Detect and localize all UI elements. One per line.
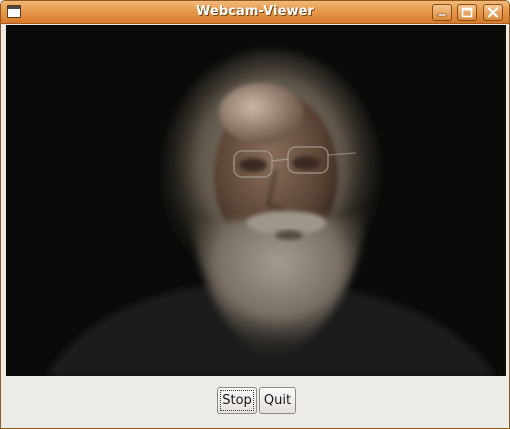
maximize-button[interactable] xyxy=(457,4,477,21)
minimize-icon xyxy=(437,13,447,17)
quit-button-label: Quit xyxy=(263,393,292,408)
webcam-frame-image xyxy=(6,25,506,376)
quit-button[interactable]: Quit xyxy=(259,387,296,414)
stop-button[interactable]: Stop xyxy=(217,387,257,414)
title-bar[interactable]: Webcam-Viewer xyxy=(1,1,509,24)
maximize-icon xyxy=(461,7,473,18)
webcam-video-feed xyxy=(6,25,506,376)
minimize-button[interactable] xyxy=(432,4,452,21)
close-icon xyxy=(487,7,499,18)
webcam-viewer-window: Webcam-Viewer Stop Quit xyxy=(0,0,510,429)
close-button[interactable] xyxy=(483,4,503,21)
focus-ring xyxy=(220,390,254,411)
